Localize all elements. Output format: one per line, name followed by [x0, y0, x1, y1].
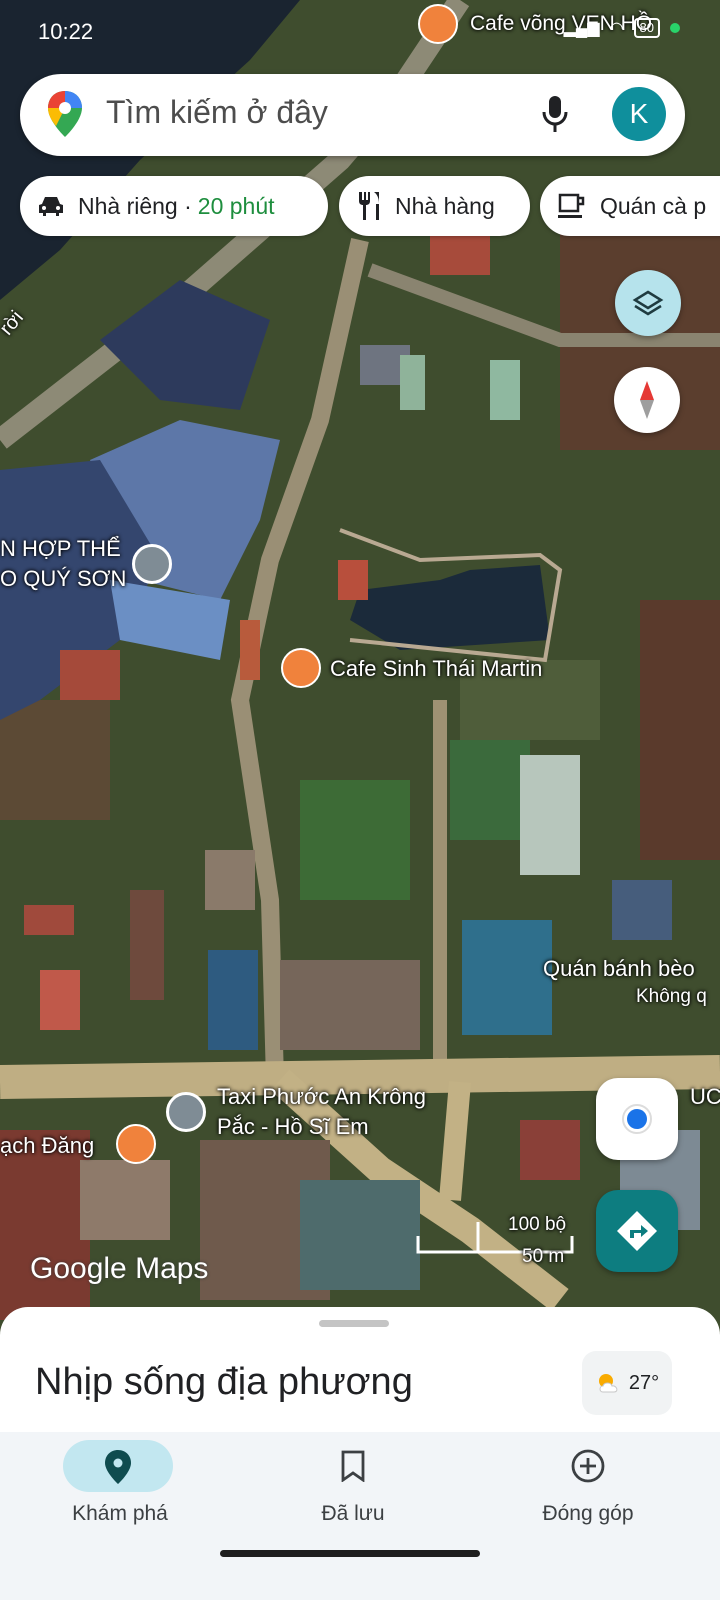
chip-home-eta: 20 phút [197, 192, 275, 219]
directions-icon [617, 1211, 657, 1251]
bottom-sheet[interactable]: Nhịp sống địa phương 27° [0, 1307, 720, 1447]
cafe-martin-poi-icon[interactable] [281, 648, 321, 688]
battery-icon: 80 [633, 18, 660, 38]
chip-cafes-label: Quán cà p [600, 192, 707, 219]
signal-icon: ▂▄▆ [563, 20, 600, 37]
coffee-icon [558, 193, 585, 218]
bottom-navigation: Khám phá Đã lưu Đóng góp [0, 1432, 720, 1600]
bookmark-icon [341, 1450, 365, 1482]
search-bar[interactable]: Tìm kiếm ở đây K [20, 74, 685, 156]
temperature: 27° [628, 1371, 660, 1394]
chip-home-label: Nhà riêng · [78, 192, 192, 219]
map-label-cafe-martin[interactable]: Cafe Sinh Thái Martin [330, 656, 542, 682]
status-bar: 10:22 ▂▄▆ ◠ 80 [0, 0, 720, 64]
google-maps-watermark: Google Maps [30, 1252, 209, 1285]
add-circle-icon [571, 1449, 605, 1483]
chip-restaurants-label: Nhà hàng [395, 192, 495, 219]
scale-metric: 50 m [522, 1246, 565, 1267]
layers-button[interactable] [615, 270, 681, 336]
scale-imperial: 100 bộ [508, 1214, 567, 1235]
privacy-dot-icon [670, 23, 680, 33]
layers-icon [632, 290, 664, 316]
map-label-taxi-line2[interactable]: Pắc - Hồ Sĩ Em [217, 1114, 369, 1140]
partly-cloudy-icon [598, 1374, 618, 1393]
nav-explore-label: Khám phá [72, 1502, 168, 1525]
compass-icon [640, 381, 654, 419]
status-time: 10:22 [38, 19, 94, 44]
search-input[interactable]: Tìm kiếm ở đây [106, 94, 328, 131]
wifi-icon: ◠ [609, 20, 624, 37]
nav-saved[interactable]: Đã lưu [233, 1432, 473, 1552]
map-label-left-cafe[interactable]: ạch Đăng [0, 1133, 94, 1159]
status-icons: ▂▄▆ ◠ 80 [564, 18, 680, 38]
sheet-drag-handle[interactable] [319, 1320, 389, 1327]
chip-home[interactable]: Nhà riêng · 20 phút [20, 176, 328, 236]
account-avatar[interactable]: K [612, 87, 666, 141]
chip-restaurants[interactable]: Nhà hàng [339, 176, 530, 236]
category-chips: Nhà riêng · 20 phút Nhà hàng Quán cà p [0, 176, 720, 236]
map-label-place-line2[interactable]: O QUÝ SƠN [0, 566, 126, 592]
taxi-poi-icon[interactable] [166, 1092, 206, 1132]
nav-saved-label: Đã lưu [321, 1502, 385, 1525]
nav-explore[interactable]: Khám phá [0, 1432, 240, 1552]
place-poi-icon[interactable] [132, 544, 172, 584]
nav-contribute-label: Đóng góp [542, 1502, 634, 1525]
car-icon [39, 197, 63, 216]
map-label-place-line1[interactable]: N HỢP THỂ [0, 536, 121, 562]
nav-contribute[interactable]: Đóng góp [468, 1432, 708, 1552]
my-location-icon [622, 1104, 652, 1134]
left-cafe-poi-icon[interactable] [116, 1124, 156, 1164]
map-label-banh-beo-sub: Không q [636, 986, 707, 1007]
sheet-title: Nhịp sống địa phương [35, 1361, 413, 1403]
map-label-right-edge: UC [690, 1084, 720, 1109]
explore-pin-icon [105, 1450, 131, 1484]
directions-button[interactable] [596, 1190, 678, 1272]
gesture-home-bar[interactable] [220, 1550, 480, 1557]
map-label-banh-beo[interactable]: Quán bánh bèo [543, 956, 695, 982]
weather-chip[interactable]: 27° [582, 1351, 672, 1415]
map-label-taxi-line1[interactable]: Taxi Phước An Krông [217, 1084, 426, 1110]
my-location-button[interactable] [596, 1078, 678, 1160]
google-maps-pin-icon [48, 91, 82, 137]
compass-button[interactable] [614, 367, 680, 433]
restaurant-icon [359, 192, 379, 220]
microphone-icon[interactable] [540, 94, 570, 134]
chip-cafes[interactable]: Quán cà p [540, 176, 720, 236]
